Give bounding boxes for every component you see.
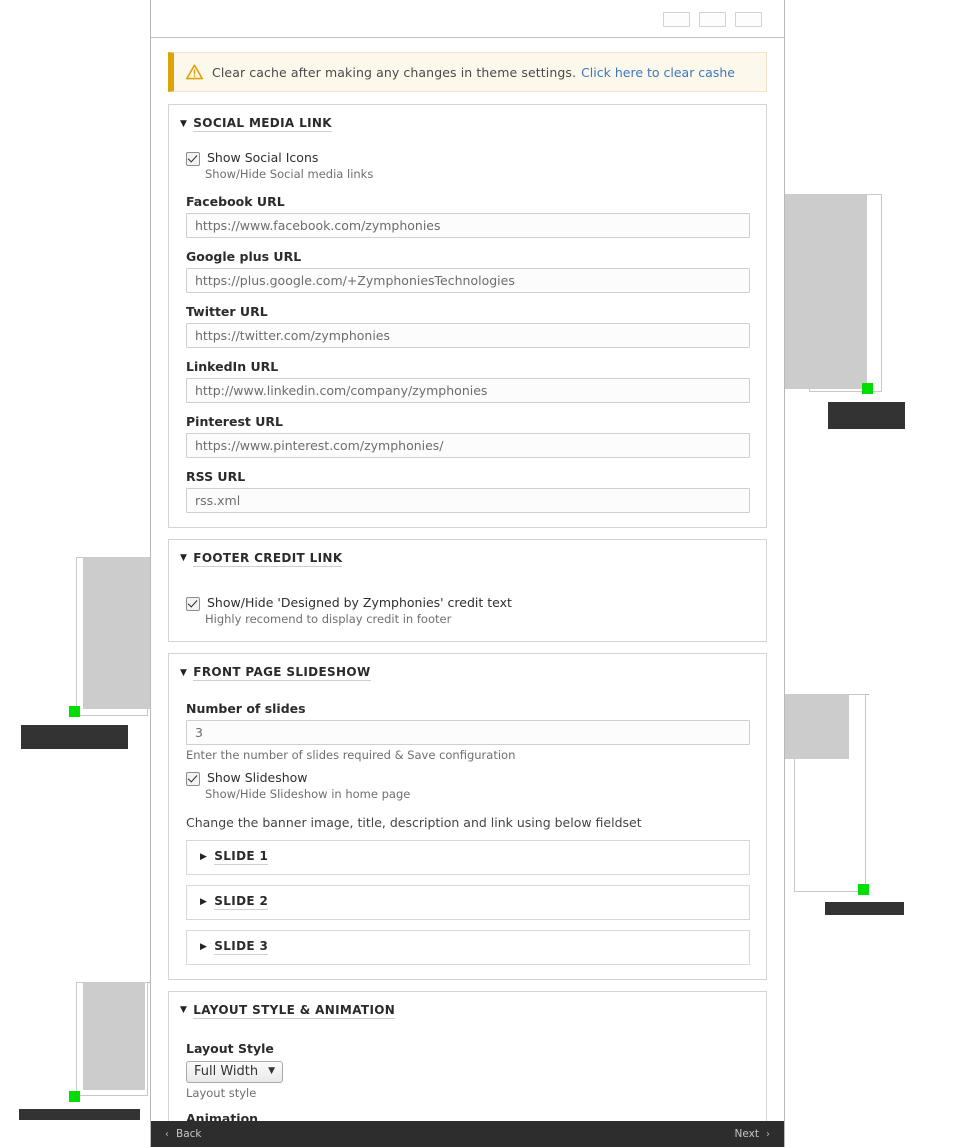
next-button[interactable]: Next › [735, 1128, 770, 1140]
field-label: Number of slides [186, 701, 306, 717]
field-linkedin-url: LinkedIn URL [186, 359, 750, 403]
linkedin-url-input[interactable] [186, 377, 750, 403]
checkbox-row-credit-text[interactable]: Show/Hide 'Designed by Zymphonies' credi… [186, 595, 750, 611]
slide-row-1[interactable]: ▶ SLIDE 1 [186, 839, 750, 875]
fieldset-legend-social[interactable]: ▼ SOCIAL MEDIA LINK [169, 105, 766, 138]
slide-label: SLIDE 1 [214, 848, 269, 865]
page-window: Clear cache after making any changes in … [150, 0, 785, 1147]
fieldset-legend-label: SOCIAL MEDIA LINK [193, 116, 332, 132]
rss-url-input[interactable] [186, 487, 750, 513]
triangle-down-icon: ▼ [268, 1066, 276, 1077]
field-rss-url: RSS URL [186, 469, 750, 513]
checkbox-label: Show Slideshow [207, 770, 308, 786]
checkbox-description: Show/Hide Social media links [205, 167, 374, 181]
layout-style-label: Layout Style [186, 1040, 274, 1056]
warning-triangle-icon [186, 64, 203, 80]
annotation-handle [858, 884, 869, 895]
screenshot-root: Clear cache after making any changes in … [0, 0, 969, 1147]
cache-warning-banner: Clear cache after making any changes in … [168, 52, 767, 92]
annotation-label-bar [19, 1109, 140, 1120]
checkbox-show-social-icons[interactable] [186, 152, 200, 166]
toolbar-button-1[interactable] [663, 12, 690, 27]
field-google-plus-url: Google plus URL [186, 249, 750, 293]
checkbox-row-show-social-icons[interactable]: Show Social Icons [186, 150, 750, 166]
triangle-down-icon: ▼ [180, 118, 188, 129]
slideshow-help-text: Change the banner image, title, descript… [186, 814, 642, 830]
annotation-placeholder-box [83, 557, 150, 709]
slide-row-3[interactable]: ▶ SLIDE 3 [186, 929, 750, 965]
facebook-url-input[interactable] [186, 212, 750, 238]
annotation-placeholder-box [83, 982, 145, 1090]
number-of-slides-input[interactable] [186, 720, 750, 746]
toolbar-button-3[interactable] [735, 12, 762, 27]
field-label: Facebook URL [186, 193, 285, 209]
triangle-right-icon: ▶ [200, 896, 208, 907]
back-button-label: Back [176, 1128, 202, 1140]
page-footer-nav: ‹ Back Next › [151, 1121, 784, 1147]
twitter-url-input[interactable] [186, 322, 750, 348]
annotation-placeholder-box [785, 194, 867, 389]
fieldset-social-media-link: ▼ SOCIAL MEDIA LINK Show Social Icons Sh… [168, 104, 767, 528]
field-label: Google plus URL [186, 248, 302, 264]
window-toolbar [151, 0, 784, 38]
fieldset-footer-credit-link: ▼ FOOTER CREDIT LINK Show/Hide 'Designed… [168, 538, 767, 643]
slide-label: SLIDE 2 [214, 893, 269, 910]
triangle-down-icon: ▼ [180, 667, 188, 678]
checkbox-label: Show/Hide 'Designed by Zymphonies' credi… [207, 594, 512, 610]
annotation-label-bar [21, 725, 128, 749]
field-label: Pinterest URL [186, 413, 283, 429]
slide-row-2[interactable]: ▶ SLIDE 2 [186, 884, 750, 920]
annotation-placeholder-box [785, 694, 849, 759]
google-plus-url-input[interactable] [186, 267, 750, 293]
fieldset-legend-label: FRONT PAGE SLIDESHOW [193, 665, 371, 682]
checkbox-show-credit-text[interactable] [186, 596, 200, 611]
slide-label: SLIDE 3 [214, 938, 269, 955]
layout-style-description: Layout style [186, 1085, 257, 1100]
annotation-handle [862, 383, 873, 394]
field-number-of-slides: Number of slides Enter the number of sli… [186, 701, 750, 762]
field-label: Twitter URL [186, 303, 268, 319]
annotation-label-bar [825, 902, 904, 915]
checkbox-description: Highly recomend to display credit in foo… [205, 611, 452, 626]
pinterest-url-input[interactable] [186, 432, 750, 458]
field-facebook-url: Facebook URL [186, 194, 750, 238]
checkbox-description: Show/Hide Slideshow in home page [205, 787, 411, 802]
chevron-left-icon: ‹ [165, 1128, 169, 1140]
field-label: LinkedIn URL [186, 358, 279, 374]
chevron-right-icon: › [766, 1128, 770, 1140]
cache-warning-message: Clear cache after making any changes in … [212, 64, 577, 80]
layout-style-value: Full Width [194, 1063, 259, 1079]
fieldset-front-page-slideshow: ▼ FRONT PAGE SLIDESHOW Number of slides … [168, 653, 767, 980]
fieldset-legend-footer-credit[interactable]: ▼ FOOTER CREDIT LINK [169, 540, 766, 573]
checkbox-show-slideshow[interactable] [186, 772, 200, 787]
triangle-down-icon: ▼ [180, 1005, 188, 1016]
next-button-label: Next [734, 1128, 759, 1140]
fieldset-legend-layout[interactable]: ▼ LAYOUT STYLE & ANIMATION [169, 992, 766, 1025]
back-button[interactable]: ‹ Back [165, 1128, 202, 1140]
triangle-right-icon: ▶ [200, 941, 208, 952]
field-pinterest-url: Pinterest URL [186, 414, 750, 458]
toolbar-button-group [663, 12, 762, 27]
fieldset-legend-label: FOOTER CREDIT LINK [193, 550, 343, 567]
page-content: Clear cache after making any changes in … [151, 38, 784, 1147]
annotation-handle [69, 1091, 80, 1102]
toolbar-button-2[interactable] [699, 12, 726, 27]
layout-style-select[interactable]: Full Width ▼ [186, 1060, 284, 1083]
checkbox-row-show-slideshow[interactable]: Show Slideshow [186, 770, 750, 787]
field-label: RSS URL [186, 468, 246, 484]
triangle-right-icon: ▶ [200, 851, 208, 862]
annotation-label-bar [828, 402, 905, 429]
annotation-handle [69, 706, 80, 717]
checkbox-label: Show Social Icons [207, 150, 319, 165]
field-description: Enter the number of slides required & Sa… [186, 748, 516, 763]
clear-cache-link[interactable]: Click here to clear cashe [581, 65, 735, 80]
triangle-down-icon: ▼ [180, 553, 188, 564]
fieldset-legend-slideshow[interactable]: ▼ FRONT PAGE SLIDESHOW [169, 654, 766, 687]
fieldset-legend-label: LAYOUT STYLE & ANIMATION [193, 1002, 396, 1019]
field-twitter-url: Twitter URL [186, 304, 750, 348]
